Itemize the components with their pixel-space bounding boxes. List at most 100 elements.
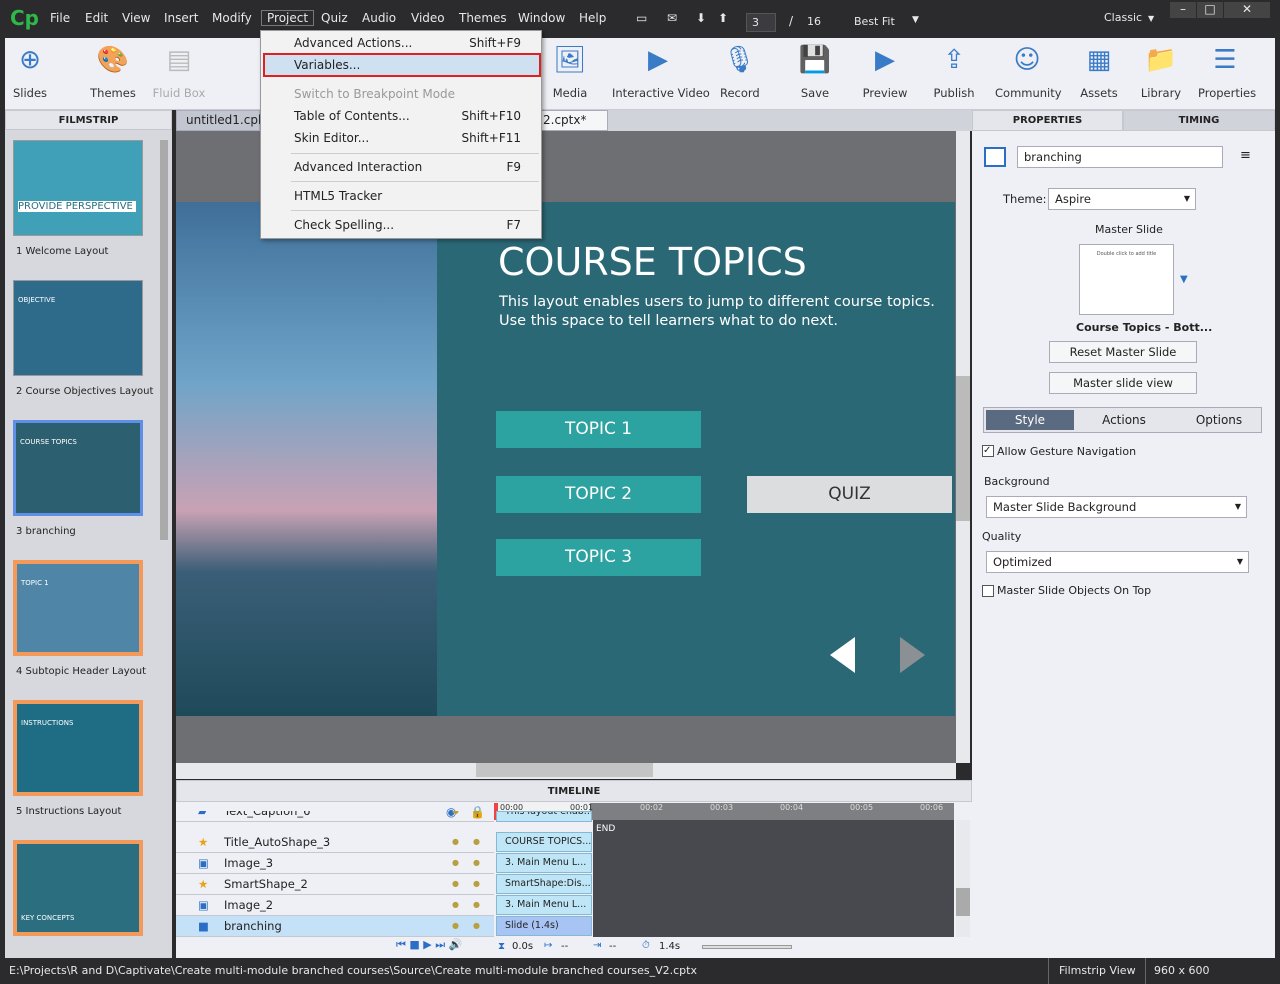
visibility-dot[interactable]: ●: [452, 874, 459, 894]
menu-quiz[interactable]: Quiz: [321, 11, 348, 25]
master-on-top-checkbox[interactable]: [982, 585, 994, 597]
lock-dot[interactable]: ●: [473, 853, 480, 873]
tab-actions[interactable]: Actions: [1084, 413, 1164, 427]
visibility-dot[interactable]: ●: [452, 832, 459, 852]
toolbar-assets-button[interactable]: ▦ Assets: [1080, 38, 1118, 108]
slide-name-input[interactable]: branching: [1017, 146, 1223, 168]
mail-icon[interactable]: ✉: [667, 11, 677, 25]
toolbar-save-button[interactable]: 💾 Save: [799, 38, 831, 108]
filmstrip-slide-thumbnail[interactable]: TOPIC 1: [13, 560, 143, 656]
master-slide-view-button[interactable]: Master slide view: [1049, 372, 1197, 394]
tab-active-project[interactable]: 2.cptx* ×: [538, 110, 608, 146]
background-select[interactable]: Master Slide Background ▼: [986, 496, 1247, 518]
tab-properties[interactable]: PROPERTIES: [972, 110, 1123, 131]
menu-project[interactable]: Project: [261, 10, 315, 26]
menu-item-table-of-contents[interactable]: Table of Contents... Shift+F10: [294, 105, 521, 127]
toolbar-preview-button[interactable]: ▶ Preview: [860, 38, 910, 108]
tab-untitled[interactable]: untitled1.cpbx: [176, 110, 273, 131]
minimize-button[interactable]: –: [1170, 2, 1196, 18]
toolbar-slides-button[interactable]: ⊕ Slides: [5, 38, 55, 108]
stage-horizontal-scrollbar[interactable]: [176, 763, 956, 779]
timeline-bar[interactable]: Slide (1.4s): [496, 916, 592, 936]
timeline-bar[interactable]: This layout enab...: [496, 811, 592, 822]
timeline-row[interactable]: ▣ Image_3 ● ●: [176, 853, 494, 874]
filmstrip-slide-thumbnail[interactable]: COURSE TOPICS: [13, 420, 143, 516]
menu-insert[interactable]: Insert: [164, 11, 198, 25]
slide-title[interactable]: COURSE TOPICS: [498, 240, 807, 284]
reset-master-slide-button[interactable]: Reset Master Slide: [1049, 341, 1197, 363]
arrow-up-icon[interactable]: ⬆: [718, 11, 728, 25]
toolbar-properties-button[interactable]: ☰ Properties: [1198, 38, 1256, 108]
menu-edit[interactable]: Edit: [85, 11, 108, 25]
stage-vertical-scrollbar[interactable]: [956, 131, 970, 763]
topic-3-button[interactable]: TOPIC 3: [496, 539, 701, 576]
timeline-row[interactable]: ▰Text_Caption_6●●: [176, 811, 494, 822]
menu-file[interactable]: File: [50, 11, 70, 25]
chevron-down-icon[interactable]: ▼: [1148, 14, 1154, 23]
zoom-select[interactable]: Best Fit: [854, 15, 895, 28]
toolbar-library-button[interactable]: 📁 Library: [1140, 38, 1182, 108]
workspace-mode-select[interactable]: Classic: [1104, 11, 1142, 24]
filmstrip-slide-thumbnail[interactable]: PROVIDE PERSPECTIVE: [13, 140, 143, 236]
menu-help[interactable]: Help: [579, 11, 606, 25]
menu-item-html5-tracker[interactable]: HTML5 Tracker: [294, 185, 521, 207]
next-arrow-icon[interactable]: [900, 637, 925, 673]
visibility-dot[interactable]: ●: [452, 853, 459, 873]
quiz-button[interactable]: QUIZ: [747, 476, 952, 513]
timeline-row[interactable]: ■ branching ● ●: [176, 916, 494, 937]
chevron-down-icon[interactable]: ▼: [1180, 274, 1188, 285]
slide-number-input[interactable]: 3: [746, 13, 776, 32]
visibility-dot[interactable]: ●: [452, 895, 459, 915]
slide-body-text[interactable]: This layout enables users to jump to dif…: [499, 293, 954, 331]
timeline-bar[interactable]: 3. Main Menu L...: [496, 895, 592, 915]
menu-item-advanced-actions[interactable]: Advanced Actions... Shift+F9: [294, 32, 521, 54]
lock-dot[interactable]: ●: [473, 895, 480, 915]
menu-item-check-spelling[interactable]: Check Spelling... F7: [294, 214, 521, 236]
playback-controls[interactable]: ⏮ ■ ▶ ⏭ 🔊: [396, 938, 462, 952]
filmstrip-scrollbar[interactable]: [160, 140, 168, 540]
menu-video[interactable]: Video: [411, 11, 445, 25]
toolbar-community-button[interactable]: ☺ Community: [995, 38, 1062, 108]
menu-themes[interactable]: Themes: [459, 11, 507, 25]
timeline-bar[interactable]: 3. Main Menu L...: [496, 853, 592, 873]
theme-select[interactable]: Aspire ▼: [1048, 188, 1196, 210]
lock-dot[interactable]: ●: [473, 874, 480, 894]
visibility-dot[interactable]: ●: [452, 916, 459, 936]
timeline-row[interactable]: ★ SmartShape_2 ● ●: [176, 874, 494, 895]
toolbar-interactive-video-button[interactable]: ▶ Interactive Video: [612, 38, 710, 108]
toolbar-media-button[interactable]: 🖼 Media: [545, 38, 595, 108]
comment-icon[interactable]: ▭: [636, 11, 647, 25]
filmstrip-slide-thumbnail[interactable]: INSTRUCTIONS: [13, 700, 143, 796]
filmstrip-slide-thumbnail[interactable]: KEY CONCEPTS: [13, 840, 143, 936]
timeline-row[interactable]: ▣ Image_2 ● ●: [176, 895, 494, 916]
topic-1-button[interactable]: TOPIC 1: [496, 411, 701, 448]
close-button[interactable]: ✕: [1224, 2, 1270, 18]
lock-dot[interactable]: ●: [473, 832, 480, 852]
menu-view[interactable]: View: [122, 11, 150, 25]
menu-window[interactable]: Window: [518, 11, 565, 25]
menu-item-variables[interactable]: Variables...: [294, 54, 521, 76]
maximize-button[interactable]: □: [1197, 2, 1223, 18]
chevron-down-icon[interactable]: ▼: [912, 15, 919, 25]
toolbar-record-button[interactable]: 🎙 Record: [720, 38, 760, 108]
filmstrip-slide-thumbnail[interactable]: OBJECTIVE: [13, 280, 143, 376]
panel-menu-icon[interactable]: ≡: [1240, 148, 1251, 163]
menu-item-skin-editor[interactable]: Skin Editor... Shift+F11: [294, 127, 521, 149]
timeline-bar[interactable]: SmartShape:Dis...: [496, 874, 592, 894]
lock-dot[interactable]: ●: [473, 916, 480, 936]
allow-gesture-checkbox[interactable]: ✓: [982, 445, 994, 457]
topic-2-button[interactable]: TOPIC 2: [496, 476, 701, 513]
tab-options[interactable]: Options: [1179, 413, 1259, 427]
master-slide-thumbnail[interactable]: Double click to add title: [1079, 244, 1174, 315]
toolbar-publish-button[interactable]: ⇪ Publish: [930, 38, 978, 108]
menu-modify[interactable]: Modify: [212, 11, 252, 25]
menu-audio[interactable]: Audio: [362, 11, 396, 25]
menu-item-advanced-interaction[interactable]: Advanced Interaction F9: [294, 156, 521, 178]
previous-arrow-icon[interactable]: [830, 637, 855, 673]
timeline-bar[interactable]: COURSE TOPICS...: [496, 832, 592, 852]
tab-style[interactable]: Style: [986, 410, 1074, 430]
quality-select[interactable]: Optimized ▼: [986, 551, 1249, 573]
timeline-scrollbar[interactable]: [956, 820, 970, 937]
arrow-down-icon[interactable]: ⬇: [696, 11, 706, 25]
timeline-zoom-slider[interactable]: [702, 945, 792, 949]
